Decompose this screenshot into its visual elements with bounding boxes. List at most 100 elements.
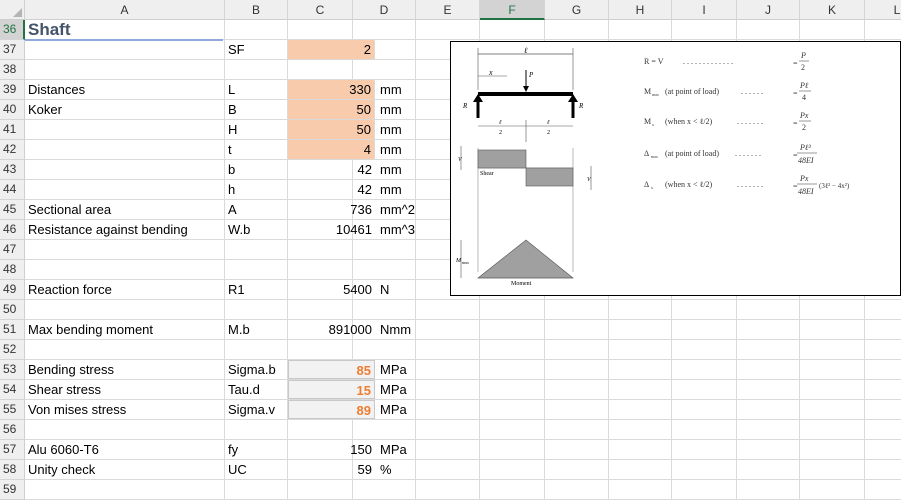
- cell-d55[interactable]: MPa: [377, 400, 407, 419]
- sheet-row[interactable]: [25, 420, 901, 440]
- cell-b40[interactable]: B: [228, 100, 237, 119]
- cell-d43[interactable]: mm: [377, 160, 402, 179]
- cell-b39[interactable]: L: [228, 80, 235, 99]
- row-header-53[interactable]: 53: [0, 360, 25, 380]
- row-header-50[interactable]: 50: [0, 300, 25, 320]
- cell-c55[interactable]: 89: [288, 400, 375, 419]
- cell-d37[interactable]: [377, 40, 380, 59]
- cell-d50[interactable]: [377, 300, 380, 319]
- row-header-46[interactable]: 46: [0, 220, 25, 240]
- cell-b46[interactable]: W.b: [228, 220, 250, 239]
- cell-c56[interactable]: [288, 420, 375, 439]
- cell-c50[interactable]: [288, 300, 375, 319]
- cell-c58[interactable]: 59: [288, 460, 375, 479]
- cell-c48[interactable]: [288, 260, 375, 279]
- cell-c51[interactable]: 891000: [288, 320, 375, 339]
- cell-a46[interactable]: Resistance against bending: [28, 220, 188, 239]
- row-header-54[interactable]: 54: [0, 380, 25, 400]
- sheet-row[interactable]: [25, 480, 901, 500]
- cell-a53[interactable]: Bending stress: [28, 360, 114, 379]
- sheet-row[interactable]: Bending stress Sigma.b 85 MPa: [25, 360, 901, 380]
- column-header-l[interactable]: L: [865, 0, 901, 20]
- sheet-row[interactable]: Unity check UC 59%: [25, 460, 901, 480]
- cell-a49[interactable]: Reaction force: [28, 280, 112, 299]
- row-header-43[interactable]: 43: [0, 160, 25, 180]
- cell-d53[interactable]: MPa: [377, 360, 407, 379]
- cell-c39[interactable]: 330: [288, 80, 375, 99]
- cell-c41[interactable]: 50: [288, 120, 375, 139]
- cell-c44[interactable]: 42: [288, 180, 375, 199]
- row-header-45[interactable]: 45: [0, 200, 25, 220]
- cell-b57[interactable]: fy: [228, 440, 238, 459]
- cell-c57[interactable]: 150: [288, 440, 375, 459]
- cell-d49[interactable]: N: [377, 280, 389, 299]
- cell-d59[interactable]: [377, 480, 380, 499]
- sheet-row[interactable]: [25, 300, 901, 320]
- row-header-41[interactable]: 41: [0, 120, 25, 140]
- cell-a54[interactable]: Shear stress: [28, 380, 101, 399]
- cell-a45[interactable]: Sectional area: [28, 200, 111, 219]
- cell-d51[interactable]: Nmm: [377, 320, 411, 339]
- cell-b53[interactable]: Sigma.b: [228, 360, 276, 379]
- column-header-h[interactable]: H: [609, 0, 672, 20]
- cell-d36[interactable]: [377, 20, 380, 39]
- cell-a36[interactable]: Shaft: [28, 20, 71, 39]
- row-header-56[interactable]: 56: [0, 420, 25, 440]
- cell-b51[interactable]: M.b: [228, 320, 250, 339]
- row-header-39[interactable]: 39: [0, 80, 25, 100]
- cell-a39[interactable]: Distances: [28, 80, 85, 99]
- row-header-52[interactable]: 52: [0, 340, 25, 360]
- cell-d45[interactable]: mm^2: [377, 200, 415, 219]
- cell-c53[interactable]: 85: [288, 360, 375, 379]
- cell-d41[interactable]: mm: [377, 120, 402, 139]
- column-header-i[interactable]: I: [672, 0, 737, 20]
- cell-d48[interactable]: [377, 260, 380, 279]
- beam-diagram-picture[interactable]: ℓ x P R R ℓ 2 ℓ 2 V Shear V M max Moment…: [450, 41, 901, 296]
- row-header-59[interactable]: 59: [0, 480, 25, 500]
- cell-c47[interactable]: [288, 240, 375, 259]
- cell-b58[interactable]: UC: [228, 460, 247, 479]
- row-header-58[interactable]: 58: [0, 460, 25, 480]
- column-header-e[interactable]: E: [416, 0, 480, 20]
- cell-d52[interactable]: [377, 340, 380, 359]
- sheet-row[interactable]: [25, 340, 901, 360]
- sheet-row[interactable]: Alu 6060-T6 fy 150 MPa: [25, 440, 901, 460]
- row-header-44[interactable]: 44: [0, 180, 25, 200]
- cell-c40[interactable]: 50: [288, 100, 375, 119]
- cell-c52[interactable]: [288, 340, 375, 359]
- cell-b49[interactable]: R1: [228, 280, 245, 299]
- row-header-47[interactable]: 47: [0, 240, 25, 260]
- column-header-b[interactable]: B: [225, 0, 288, 20]
- cell-b45[interactable]: A: [228, 200, 237, 219]
- select-all-corner[interactable]: [0, 0, 25, 20]
- cell-d44[interactable]: mm: [377, 180, 402, 199]
- column-header-g[interactable]: G: [545, 0, 609, 20]
- cell-c42[interactable]: 4: [288, 140, 375, 159]
- row-header-40[interactable]: 40: [0, 100, 25, 120]
- cell-c46[interactable]: 10461: [288, 220, 375, 239]
- column-header-k[interactable]: K: [800, 0, 865, 20]
- row-header-38[interactable]: 38: [0, 60, 25, 80]
- cell-c37[interactable]: 2: [288, 40, 375, 59]
- cell-b54[interactable]: Tau.d: [228, 380, 260, 399]
- cell-a40[interactable]: Koker: [28, 100, 62, 119]
- cell-b41[interactable]: H: [228, 120, 237, 139]
- row-header-36[interactable]: 36: [0, 20, 25, 40]
- cell-d54[interactable]: MPa: [377, 380, 407, 399]
- cell-b42[interactable]: t: [228, 140, 232, 159]
- cell-c45[interactable]: 736: [288, 200, 375, 219]
- column-header-d[interactable]: D: [353, 0, 416, 20]
- sheet-row[interactable]: Max bending moment M.b 891000 Nmm: [25, 320, 901, 340]
- cell-d39[interactable]: mm: [377, 80, 402, 99]
- cell-b44[interactable]: h: [228, 180, 235, 199]
- sheet-row[interactable]: Shear stress Tau.d 15 MPa: [25, 380, 901, 400]
- cell-a57[interactable]: Alu 6060-T6: [28, 440, 99, 459]
- cell-c59[interactable]: [288, 480, 375, 499]
- row-header-42[interactable]: 42: [0, 140, 25, 160]
- cell-c36[interactable]: [288, 20, 375, 39]
- cell-d42[interactable]: mm: [377, 140, 402, 159]
- column-header-c[interactable]: C: [288, 0, 353, 20]
- cell-a51[interactable]: Max bending moment: [28, 320, 153, 339]
- cell-d57[interactable]: MPa: [377, 440, 407, 459]
- row-header-48[interactable]: 48: [0, 260, 25, 280]
